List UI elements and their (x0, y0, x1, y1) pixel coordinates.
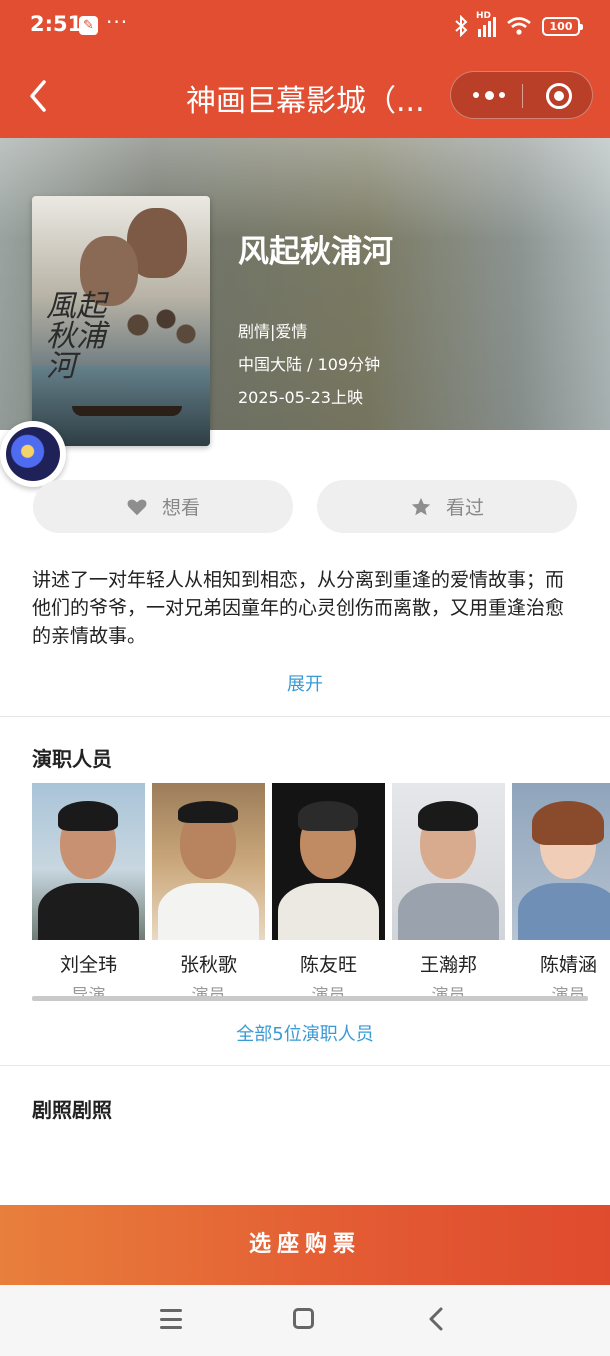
wrench-icon: ✎ (79, 16, 98, 35)
system-back-icon[interactable] (427, 1306, 445, 1332)
divider (0, 1065, 610, 1066)
cast-list[interactable]: 刘全玮 导演 张秋歌 演员 陈友旺 演员 王瀚邦 演员 陈婧涵 演员 (32, 783, 610, 998)
capsule-divider (522, 84, 523, 108)
movie-region-duration: 中国大陆 / 109分钟 (238, 355, 381, 374)
cast-photo (392, 783, 505, 940)
page-title: 神画巨幕影城（... (186, 84, 425, 119)
signal-hd-label: HD (476, 11, 492, 21)
back-icon[interactable] (24, 76, 54, 116)
cast-photo (272, 783, 385, 940)
nav-bar: 神画巨幕影城（... (0, 52, 610, 138)
watched-button[interactable]: 看过 (317, 480, 577, 533)
recent-apps-icon[interactable] (160, 1309, 182, 1329)
movie-genre: 剧情|爱情 (238, 322, 308, 341)
movie-poster[interactable]: 風起秋浦河 (32, 196, 210, 446)
bluetooth-icon (455, 15, 468, 37)
stills-section-title: 剧照剧照 (32, 1098, 112, 1122)
miniapp-capsule (450, 71, 593, 119)
cast-name: 王瀚邦 (419, 954, 477, 976)
cast-card[interactable]: 刘全玮 导演 (32, 783, 145, 998)
heart-icon (127, 499, 147, 515)
floating-assistant-icon[interactable] (0, 421, 66, 487)
system-nav-bar (0, 1285, 610, 1356)
movie-release-date: 2025-05-23上映 (238, 388, 363, 407)
cast-section-title: 演职人员 (32, 747, 112, 771)
poster-boat (72, 406, 182, 416)
want-to-watch-label: 想看 (161, 497, 200, 519)
cast-name: 张秋歌 (179, 954, 237, 976)
cast-name: 陈婧涵 (539, 954, 597, 976)
all-cast-link[interactable]: 全部5位演职人员 (0, 1020, 610, 1046)
battery-icon: 100 (542, 16, 583, 36)
cast-name: 陈友旺 (299, 954, 357, 976)
movie-synopsis: 讲述了一对年轻人从相知到相恋，从分离到重逢的爱情故事；而他们的爷爷，一对兄弟因童… (32, 569, 565, 647)
buy-ticket-button[interactable]: 选座购票 (0, 1205, 610, 1285)
status-more: ··· (106, 10, 129, 34)
status-icons: HD 100 (454, 11, 583, 40)
cast-photo (32, 783, 145, 940)
want-to-watch-button[interactable]: 想看 (33, 480, 293, 533)
cast-scrollbar[interactable] (32, 996, 588, 1001)
more-options-icon[interactable] (473, 84, 505, 106)
cast-card[interactable]: 张秋歌 演员 (152, 783, 265, 998)
poster-calligraphy: 風起秋浦河 (46, 289, 106, 384)
cast-card[interactable]: 陈友旺 演员 (272, 783, 385, 998)
cast-photo (152, 783, 265, 940)
cast-name: 刘全玮 (59, 954, 117, 976)
signal-icon: HD (476, 11, 496, 37)
status-bar: 2:51 ✎ ··· HD 100 (0, 0, 610, 52)
home-icon[interactable] (293, 1308, 314, 1329)
divider (0, 716, 610, 717)
close-miniapp-icon[interactable] (546, 83, 572, 109)
cast-photo (512, 783, 610, 940)
poster-figures (122, 301, 202, 361)
expand-synopsis-link[interactable]: 展开 (0, 670, 610, 696)
star-icon (411, 497, 431, 515)
cast-card[interactable]: 陈婧涵 演员 (512, 783, 610, 998)
status-time: 2:51 (30, 12, 83, 36)
watched-label: 看过 (445, 497, 484, 519)
movie-title: 风起秋浦河 (238, 234, 393, 270)
cast-card[interactable]: 王瀚邦 演员 (392, 783, 505, 998)
top-bar: 2:51 ✎ ··· HD 100 神画巨幕影城（... (0, 0, 610, 138)
wifi-icon (507, 17, 531, 35)
